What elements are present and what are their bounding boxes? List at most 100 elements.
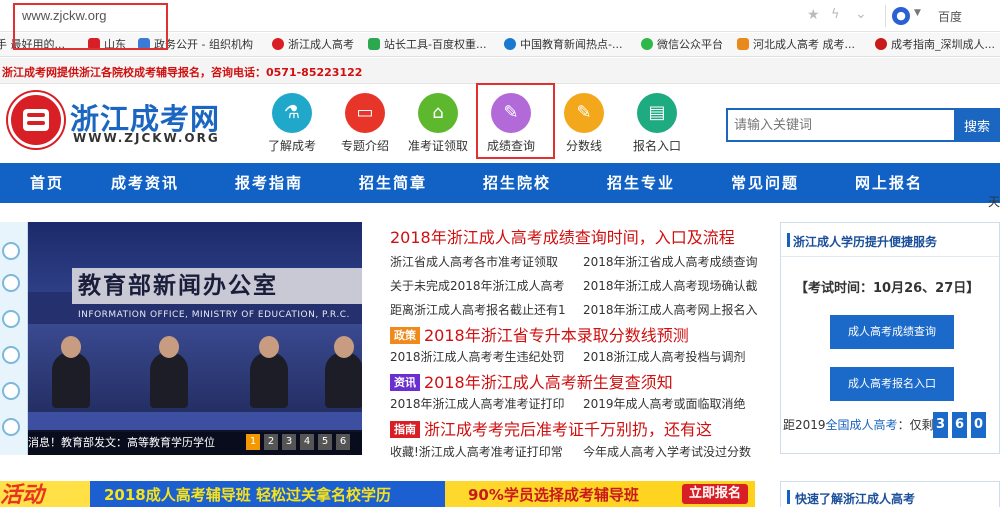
nav-brochure[interactable]: 招生简章 <box>338 163 448 203</box>
news-item[interactable]: 2018年浙江省成人高考成绩查询 <box>583 253 758 270</box>
promo-activity-text: 活动 <box>0 483 45 507</box>
search-button[interactable]: 搜索 <box>954 108 1000 142</box>
news-item[interactable]: 2018浙江成人高考投档与调剂 <box>583 348 758 365</box>
bookmark-item[interactable]: 政务公开 - 组织机构 <box>138 37 253 53</box>
news-slider[interactable]: 教育部新闻办公室 INFORMATION OFFICE, MINISTRY OF… <box>0 222 362 455</box>
news-item[interactable]: 2018年浙江成人高考现场确认截 <box>583 277 758 294</box>
bookmark-icon <box>138 38 150 50</box>
flask-icon: ⚗ <box>272 93 312 133</box>
side-tab[interactable] <box>2 382 20 400</box>
bookmarks-bar: 手 最好用的... 山东 政务公开 - 组织机构 浙江成人高考 站长工具-百度权… <box>0 33 1000 57</box>
search-engine-name: 百度 <box>938 10 963 24</box>
news-item[interactable]: 收藏!浙江成人高考准考证打印常 <box>390 443 565 460</box>
news-item[interactable]: 距离浙江成人高考报名截止还有1 <box>390 301 565 318</box>
site-search-box <box>726 108 955 142</box>
registration-entry-button[interactable]: 成人高考报名入口 <box>830 367 954 401</box>
nav-news[interactable]: 成考资讯 <box>90 163 200 203</box>
news-item[interactable]: 2018年浙江成人高考准考证打印 <box>390 395 565 412</box>
browser-search-engine[interactable]: ● ▼ 百度 <box>885 5 1000 27</box>
news-item[interactable]: 2018年浙江成人高考网上报名入 <box>583 301 758 318</box>
bookmark-icon <box>641 38 653 50</box>
pen-icon: ✎ <box>564 93 604 133</box>
star-icon[interactable]: ★ <box>807 7 820 23</box>
news-item[interactable]: 今年成人高考入学考试没过分数 <box>583 443 758 460</box>
nav-guide[interactable]: 报考指南 <box>214 163 324 203</box>
bookmark-item[interactable]: 河北成人高考 成考... <box>737 37 855 53</box>
promo-banner[interactable]: 活动 2018成人高考辅导班 轻松过关拿名校学历 90%学员选择成考辅导班 立即… <box>0 481 755 507</box>
news-item[interactable]: 2018浙江成人高考考生违纪处罚 <box>390 348 565 365</box>
countdown-link[interactable]: 全国成人高考 <box>826 418 898 432</box>
bookmark-item[interactable]: 中国教育新闻热点-... <box>504 37 622 53</box>
quick-nav-admission-ticket[interactable]: ⌂ 准考证领取 <box>404 93 472 154</box>
score-query-button[interactable]: 成人高考成绩查询 <box>830 315 954 349</box>
bookmark-item[interactable]: 山东 <box>88 37 126 53</box>
address-bar[interactable]: www.zjckw.org ★ ϟ ⌄ ● ▼ 百度 <box>0 0 1000 32</box>
register-now-button[interactable]: 立即报名 <box>682 484 748 504</box>
floating-side-tabs <box>0 222 28 455</box>
news-headline[interactable]: 指南 浙江成考考完后准考证千万别扔，还有这 <box>390 416 712 440</box>
quick-info-title: 快速了解浙江成人高考 <box>795 492 916 506</box>
news-headline[interactable]: 资讯 2018年浙江成人高考新生复查须知 <box>390 369 673 393</box>
news-item[interactable]: 关于未完成2018年浙江成人高考 <box>390 277 565 294</box>
bookmark-item[interactable]: 手 最好用的... <box>0 37 65 53</box>
quick-nav-cutoff-score[interactable]: ✎ 分数线 <box>550 93 618 154</box>
bookmark-icon <box>504 38 516 50</box>
category-tag: 指南 <box>390 421 420 438</box>
person-figure <box>52 336 90 408</box>
service-panel: 浙江成人学历提升便捷服务 【考试时间：10月26、27日】 成人高考成绩查询 成… <box>780 222 1000 454</box>
quick-nav-score-query[interactable]: ✎ 成绩查询 <box>477 93 545 154</box>
chevron-down-icon[interactable]: ⌄ <box>855 6 867 22</box>
slider-dot[interactable]: 4 <box>300 434 314 450</box>
slider-banner-text: 教育部新闻办公室 <box>72 268 362 304</box>
side-tab[interactable] <box>2 418 20 436</box>
clipboard-icon: ▤ <box>637 93 677 133</box>
slider-dot[interactable]: 5 <box>318 434 332 450</box>
slider-caption[interactable]: 消息！教育部发文：高等教育学历学位 <box>28 434 248 450</box>
quick-nav-registration[interactable]: ▤ 报名入口 <box>623 93 691 154</box>
monitor-icon: ▭ <box>345 93 385 133</box>
nav-online-registration[interactable]: 网上报名 <box>834 163 944 203</box>
quick-nav-understand[interactable]: ⚗ 了解成考 <box>258 93 326 154</box>
nav-colleges[interactable]: 招生院校 <box>462 163 572 203</box>
countdown-digit: 6 <box>952 412 967 438</box>
building-icon: ⌂ <box>418 93 458 133</box>
countdown-text: 距2019全国成人高考：仅剩 <box>783 418 934 432</box>
logo-seal-icon[interactable] <box>8 92 64 148</box>
person-figure <box>325 336 362 408</box>
exam-time: 【考试时间：10月26、27日】 <box>795 281 980 296</box>
slider-dot[interactable]: 6 <box>336 434 350 450</box>
side-tab[interactable] <box>2 274 20 292</box>
search-input[interactable] <box>728 110 953 140</box>
news-headline[interactable]: 政策 2018年浙江省专升本录取分数线预测 <box>390 322 689 346</box>
slider-caption-bar: 消息！教育部发文：高等教育学历学位 1 2 3 4 5 6 <box>0 430 362 455</box>
url-text[interactable]: www.zjckw.org <box>22 8 107 23</box>
side-tab[interactable] <box>2 242 20 260</box>
pencil-icon: ✎ <box>491 93 531 133</box>
news-item[interactable]: 2019年成人高考或面临取消绝 <box>583 395 758 412</box>
main-nav: 首页 成考资讯 报考指南 招生简章 招生院校 招生专业 常见问题 网上报名 <box>0 163 1000 203</box>
bookmark-item[interactable]: 成考指南_深圳成人... <box>875 37 995 53</box>
slider-dot[interactable]: 1 <box>246 434 260 450</box>
quick-nav-topics[interactable]: ▭ 专题介绍 <box>331 93 399 154</box>
side-tab[interactable] <box>2 346 20 364</box>
bookmark-item[interactable]: 微信公众平台 <box>641 37 723 53</box>
slider-dot[interactable]: 3 <box>282 434 296 450</box>
bookmark-icon <box>875 38 887 50</box>
category-tag: 资讯 <box>390 374 420 391</box>
countdown-unit: 天 <box>988 195 1000 209</box>
caret-down-icon[interactable]: ▼ <box>914 8 921 18</box>
side-tab[interactable] <box>2 310 20 328</box>
lightning-icon[interactable]: ϟ <box>831 7 840 22</box>
bookmark-item[interactable]: 浙江成人高考 <box>272 37 354 53</box>
nav-majors[interactable]: 招生专业 <box>586 163 696 203</box>
bookmark-label: 手 最好用的... <box>0 38 65 51</box>
bookmark-item[interactable]: 站长工具-百度权重... <box>368 37 486 53</box>
nav-home[interactable]: 首页 <box>0 163 102 203</box>
quick-info-panel: 快速了解浙江成人高考 <box>780 481 1000 507</box>
news-headline[interactable]: 2018年浙江成人高考成绩查询时间，入口及流程 <box>390 224 735 248</box>
slider-dot[interactable]: 2 <box>264 434 278 450</box>
nav-faq[interactable]: 常见问题 <box>710 163 820 203</box>
news-item[interactable]: 浙江省成人高考各市准考证领取 <box>390 253 565 270</box>
baidu-paw-icon: ● <box>892 7 910 25</box>
countdown-digit: 3 <box>933 412 948 438</box>
